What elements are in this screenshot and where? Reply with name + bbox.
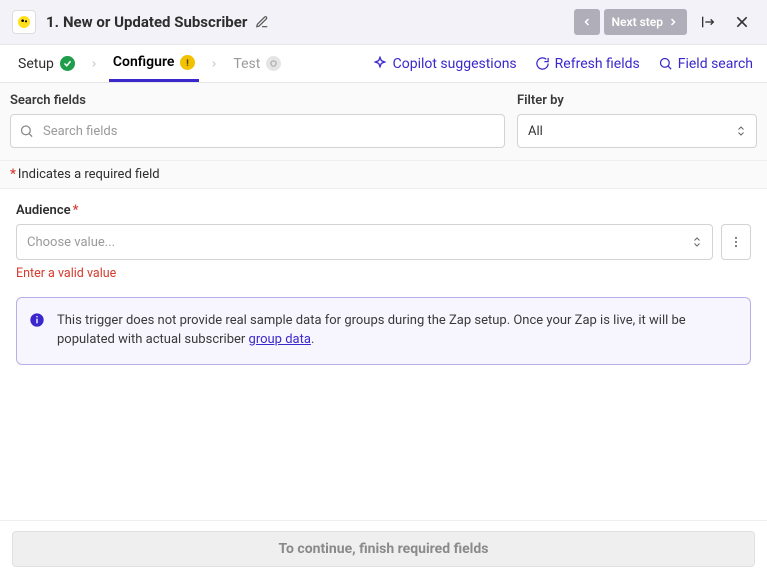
required-note-text: Indicates a required field: [18, 167, 160, 182]
tab-configure[interactable]: Configure: [109, 45, 199, 82]
pending-icon: [266, 56, 281, 71]
edit-title-icon[interactable]: [255, 15, 269, 29]
search-fields-label: Search fields: [10, 93, 505, 108]
next-step-button[interactable]: Next step: [604, 9, 687, 35]
callout-text-after: .: [311, 332, 314, 347]
step-number: 1.: [46, 13, 59, 31]
tab-configure-label: Configure: [113, 54, 174, 70]
sort-icon: [735, 125, 747, 137]
search-icon: [19, 124, 34, 139]
audience-picker[interactable]: Choose value...: [16, 224, 713, 260]
audience-error: Enter a valid value: [16, 266, 751, 281]
refresh-label: Refresh fields: [555, 56, 640, 72]
prev-step-button[interactable]: [574, 9, 600, 35]
copilot-suggestions-button[interactable]: Copilot suggestions: [372, 56, 517, 72]
sort-icon: [691, 236, 703, 248]
search-fields-input[interactable]: [10, 114, 505, 148]
required-star-icon: *: [73, 203, 79, 218]
copilot-label: Copilot suggestions: [393, 56, 517, 72]
filter-by-select[interactable]: All: [517, 114, 757, 148]
expand-icon[interactable]: [695, 9, 721, 35]
filter-by-label: Filter by: [517, 93, 757, 108]
field-search-button[interactable]: Field search: [658, 56, 753, 72]
warning-icon: [180, 55, 195, 70]
audience-label: Audience*: [16, 203, 751, 218]
group-data-link[interactable]: group data: [249, 332, 311, 347]
field-search-label: Field search: [678, 56, 753, 72]
tab-test[interactable]: Test: [229, 45, 285, 82]
check-icon: [60, 56, 75, 71]
tab-test-label: Test: [233, 56, 260, 72]
footer: To continue, finish required fields: [0, 520, 767, 577]
chevron-right-icon: [209, 59, 219, 69]
audience-label-text: Audience: [16, 203, 71, 218]
tab-row: Setup Configure Test Copilot suggestions…: [0, 45, 767, 83]
tab-setup[interactable]: Setup: [14, 45, 79, 82]
app-icon-mailchimp: [12, 10, 36, 34]
callout-text-before: This trigger does not provide real sampl…: [57, 313, 686, 347]
required-star-icon: *: [10, 167, 16, 182]
step-title: New or Updated Subscriber: [63, 13, 247, 31]
refresh-fields-button[interactable]: Refresh fields: [535, 56, 640, 72]
audience-options-button[interactable]: [721, 224, 751, 260]
continue-button: To continue, finish required fields: [12, 531, 755, 567]
info-icon: [29, 312, 45, 328]
step-header: 1. New or Updated Subscriber Next step: [0, 0, 767, 45]
tab-setup-label: Setup: [18, 56, 54, 72]
required-note: *Indicates a required field: [0, 161, 767, 189]
chevron-right-icon: [89, 59, 99, 69]
info-callout: This trigger does not provide real sampl…: [16, 297, 751, 365]
filter-by-value: All: [528, 124, 543, 139]
search-filter-row: Search fields Filter by All: [0, 83, 767, 161]
next-step-label: Next step: [612, 15, 663, 29]
audience-placeholder: Choose value...: [27, 235, 115, 250]
form-area: Audience* Choose value... Enter a valid …: [0, 189, 767, 395]
close-icon[interactable]: [729, 9, 755, 35]
